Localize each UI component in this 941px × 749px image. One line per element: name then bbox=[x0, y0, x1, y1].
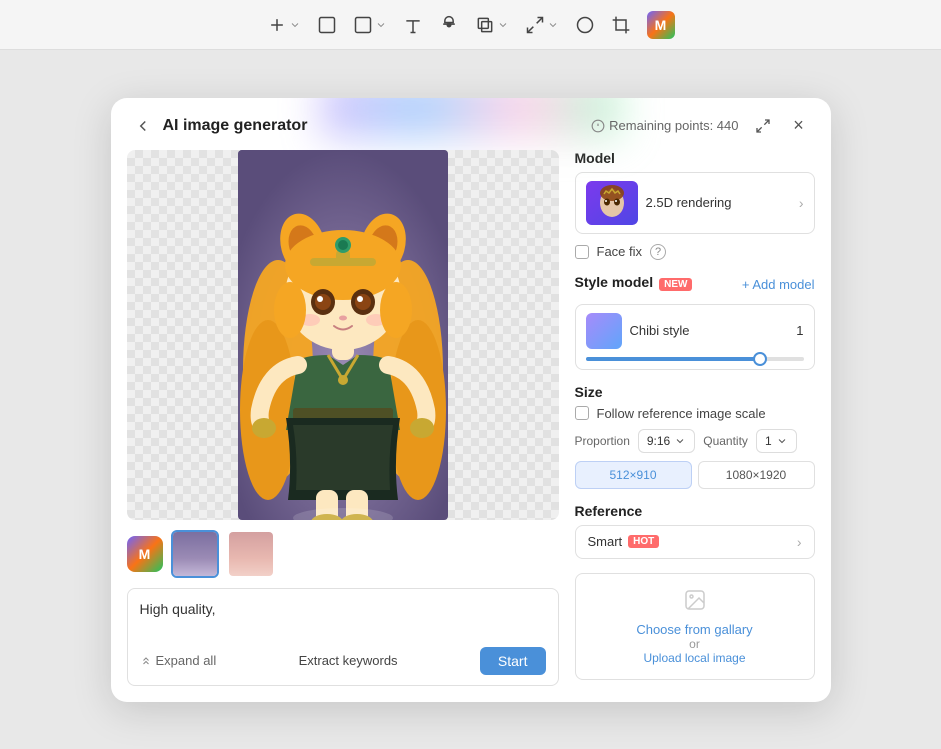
remaining-points: Remaining points: 440 bbox=[591, 118, 738, 133]
face-fix-row: Face fix ? bbox=[575, 244, 815, 260]
reference-section-label: Reference bbox=[575, 503, 815, 519]
ai-image-dialog: AI image generator Remaining points: 440… bbox=[111, 98, 831, 702]
dialog-header-left: AI image generator bbox=[131, 114, 308, 138]
add-tool-button[interactable] bbox=[267, 15, 301, 35]
expand-all-button[interactable]: Expand all bbox=[140, 653, 217, 668]
hot-badge: HOT bbox=[628, 535, 659, 548]
quantity-dropdown[interactable]: 1 bbox=[756, 429, 797, 453]
model-thumbnail-image bbox=[586, 181, 638, 225]
model-section: Model bbox=[575, 150, 815, 234]
style-model-slider-thumb[interactable] bbox=[753, 352, 767, 366]
thumb-chibi-img bbox=[173, 532, 217, 576]
style-model-title-row: Style model NEW bbox=[575, 274, 693, 296]
upload-local-button[interactable]: Upload local image bbox=[590, 651, 800, 665]
smart-reference-row[interactable]: Smart HOT › bbox=[575, 525, 815, 559]
upload-area: Choose from gallary or Upload local imag… bbox=[575, 573, 815, 680]
dialog-header: AI image generator Remaining points: 440… bbox=[111, 98, 831, 150]
size-section-label: Size bbox=[575, 384, 815, 400]
add-model-button[interactable]: + Add model bbox=[742, 277, 815, 292]
face-fix-help-icon[interactable]: ? bbox=[650, 244, 666, 260]
model-name: 2.5D rendering bbox=[646, 195, 791, 210]
style-model-slider[interactable] bbox=[586, 357, 804, 361]
thumbnail-2[interactable] bbox=[227, 530, 275, 578]
style-model-value: 1 bbox=[796, 323, 803, 338]
dialog-title: AI image generator bbox=[163, 117, 308, 135]
size-section: Size Follow reference image scale Propor… bbox=[575, 384, 815, 489]
style-model-header: Style model NEW + Add model bbox=[575, 274, 815, 296]
generated-image bbox=[238, 150, 448, 520]
style-model-section-label: Style model bbox=[575, 274, 654, 290]
resolution-row: 512×910 1080×1920 bbox=[575, 461, 815, 489]
expand-dialog-button[interactable] bbox=[751, 114, 775, 138]
right-panel: Model bbox=[575, 150, 815, 686]
frame-tool-button[interactable] bbox=[317, 15, 337, 35]
crop-tool-button[interactable] bbox=[611, 15, 631, 35]
new-badge: NEW bbox=[659, 278, 692, 291]
model-section-label: Model bbox=[575, 150, 815, 166]
resize-tool-button[interactable] bbox=[525, 15, 559, 35]
quantity-label: Quantity bbox=[703, 434, 748, 448]
chibi-illustration bbox=[238, 150, 448, 520]
style-model-name: Chibi style bbox=[630, 323, 690, 338]
circle-tool-button[interactable] bbox=[575, 15, 595, 35]
reference-section: Reference Smart HOT › bbox=[575, 503, 815, 559]
anchor-tool-button[interactable] bbox=[439, 15, 459, 35]
thumbnail-strip: M bbox=[127, 530, 559, 578]
prompt-actions: Expand all Extract keywords Start bbox=[140, 647, 546, 675]
text-tool-button[interactable] bbox=[403, 15, 423, 35]
style-model-item-top: Chibi style 1 bbox=[586, 313, 804, 349]
upload-gallery-button[interactable]: Choose from gallary bbox=[590, 622, 800, 637]
style-model-item: Chibi style 1 bbox=[575, 304, 815, 370]
close-dialog-button[interactable]: × bbox=[787, 114, 811, 138]
upload-or-text: or bbox=[590, 637, 800, 651]
style-model-thumbnail bbox=[586, 313, 622, 349]
shape-tool-button[interactable] bbox=[353, 15, 387, 35]
follow-ref-checkbox[interactable] bbox=[575, 406, 589, 420]
upload-icon bbox=[590, 588, 800, 618]
dialog-header-right: Remaining points: 440 × bbox=[591, 114, 810, 138]
follow-ref-row: Follow reference image scale bbox=[575, 406, 815, 421]
toolbar: M bbox=[0, 0, 941, 50]
resolution-512-button[interactable]: 512×910 bbox=[575, 461, 692, 489]
start-button[interactable]: Start bbox=[480, 647, 546, 675]
left-panel: M High quality, bbox=[127, 150, 559, 686]
model-selector[interactable]: 2.5D rendering › bbox=[575, 172, 815, 234]
image-preview-area bbox=[127, 150, 559, 520]
face-fix-checkbox[interactable] bbox=[575, 245, 589, 259]
extract-keywords-button[interactable]: Extract keywords bbox=[291, 649, 406, 672]
smart-reference-chevron-icon: › bbox=[797, 534, 802, 550]
proportion-row: Proportion 9:16 Quantity 1 bbox=[575, 429, 815, 453]
main-area: AI image generator Remaining points: 440… bbox=[0, 50, 941, 749]
model-chevron-icon: › bbox=[799, 195, 804, 211]
model-thumbnail bbox=[586, 181, 638, 225]
brand-logo: M bbox=[647, 11, 675, 39]
thumbnail-brand: M bbox=[127, 536, 163, 572]
proportion-dropdown[interactable]: 9:16 bbox=[638, 429, 695, 453]
prompt-text[interactable]: High quality, bbox=[140, 599, 546, 639]
follow-ref-label: Follow reference image scale bbox=[597, 406, 766, 421]
style-model-thumbnail-image bbox=[586, 313, 622, 349]
resolution-1080-button[interactable]: 1080×1920 bbox=[698, 461, 815, 489]
thumbnail-1[interactable] bbox=[171, 530, 219, 578]
proportion-label: Proportion bbox=[575, 434, 630, 448]
thumb-alt-img bbox=[229, 532, 273, 576]
style-model-section: Style model NEW + Add model Chibi style … bbox=[575, 274, 815, 370]
back-button[interactable] bbox=[131, 114, 155, 138]
dialog-body: M High quality, bbox=[111, 150, 831, 702]
smart-label: Smart HOT bbox=[588, 534, 660, 549]
prompt-area: High quality, Expand all Extract keyword… bbox=[127, 588, 559, 686]
face-fix-label: Face fix bbox=[597, 244, 643, 259]
layers-tool-button[interactable] bbox=[475, 15, 509, 35]
